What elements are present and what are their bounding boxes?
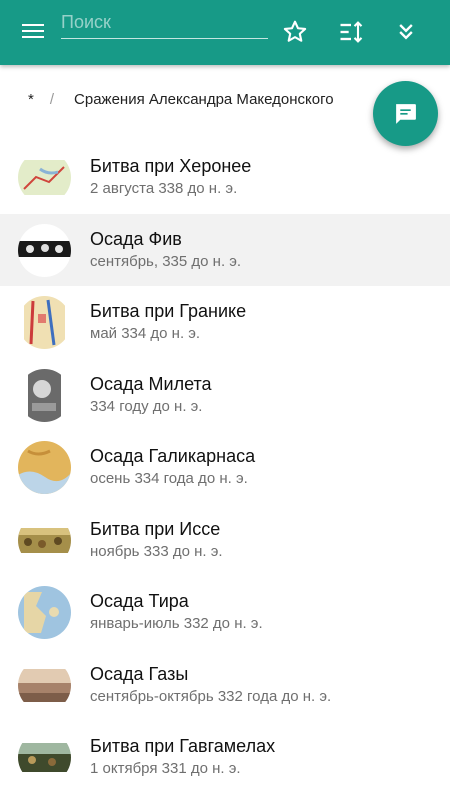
list-item[interactable]: Осада Милета 334 году до н. э. <box>0 359 450 432</box>
thumbnail-relief <box>18 223 71 277</box>
item-title: Осада Газы <box>90 663 189 684</box>
list-item[interactable]: Осада Фив сентябрь, 335 до н. э. <box>0 213 450 286</box>
breadcrumb-current: Сражения Александра Македонского <box>74 90 334 108</box>
item-date: январь-июль 332 до н. э. <box>90 615 263 632</box>
item-title: Битва при Иссе <box>90 518 221 539</box>
item-date: сентябрь, 335 до н. э. <box>90 252 242 270</box>
chat-button[interactable] <box>373 81 438 146</box>
thumbnail-map <box>18 296 71 349</box>
search-field[interactable] <box>61 8 268 39</box>
chat-icon <box>396 104 416 124</box>
thumbnail-map <box>18 151 71 204</box>
item-title: Битва при Гавгамелах <box>90 736 276 756</box>
list-item[interactable]: Осада Галикарнаса осень 334 года до н. э… <box>0 431 450 504</box>
item-date: 1 октября 331 до н. э. <box>90 760 241 777</box>
battle-list: Битва при Херонее 2 августа 338 до н. э.… <box>0 141 450 794</box>
thumbnail-map <box>18 586 71 639</box>
item-date: осень 334 года до н. э. <box>90 470 248 487</box>
thumbnail-map <box>18 441 71 494</box>
list-item[interactable]: Битва при Херонее 2 августа 338 до н. э. <box>0 141 450 214</box>
thumbnail-painting <box>18 658 71 712</box>
list-item[interactable]: Битва при Иссе ноябрь 333 до н. э. <box>0 504 450 577</box>
item-title: Осада Галикарнаса <box>90 446 256 466</box>
list-item[interactable]: Битва при Гавгамелах 1 октября 331 до н.… <box>0 721 450 794</box>
breadcrumb-separator: / <box>49 90 55 108</box>
sort-icon[interactable] <box>337 18 365 46</box>
item-title: Битва при Херонее <box>90 156 252 176</box>
breadcrumb-home[interactable]: * <box>28 91 34 108</box>
item-date: 334 году до н. э. <box>90 397 203 415</box>
menu-icon[interactable] <box>22 22 44 40</box>
item-title: Битва при Гранике <box>90 301 247 321</box>
item-title: Осада Тира <box>90 591 189 611</box>
item-date: май 334 до н. э. <box>90 325 201 342</box>
thumbnail-engraving <box>18 368 71 422</box>
item-date: сентябрь-октябрь 332 года до н. э. <box>90 687 332 705</box>
double-chevron-down-icon[interactable] <box>392 18 420 46</box>
list-item[interactable]: Осада Газы сентябрь-октябрь 332 года до … <box>0 649 450 722</box>
list-item[interactable]: Битва при Гранике май 334 до н. э. <box>0 286 450 359</box>
search-input[interactable] <box>61 8 268 36</box>
thumbnail-painting <box>18 731 71 784</box>
breadcrumb: * / Сражения Александра Македонского <box>28 88 334 110</box>
item-date: 2 августа 338 до н. э. <box>90 180 238 197</box>
item-date: ноябрь 333 до н. э. <box>90 542 223 560</box>
item-title: Осада Фив <box>90 228 182 249</box>
list-item[interactable]: Осада Тира январь-июль 332 до н. э. <box>0 576 450 649</box>
star-icon[interactable] <box>281 18 309 46</box>
top-app-bar <box>0 0 450 65</box>
item-title: Осада Милета <box>90 373 212 394</box>
thumbnail-painting <box>18 513 71 567</box>
